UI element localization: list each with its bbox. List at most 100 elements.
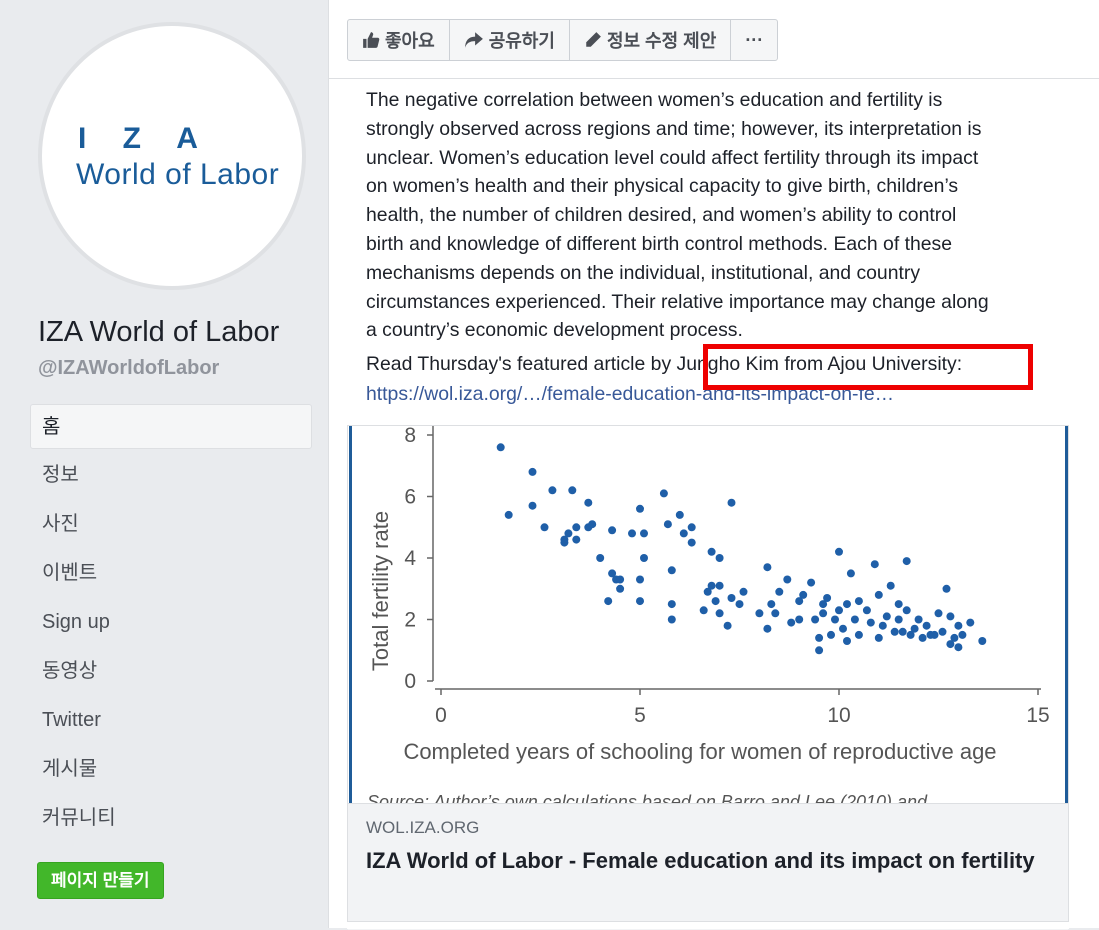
data-point — [496, 443, 505, 452]
data-point — [890, 627, 899, 636]
share-label: 공유하기 — [488, 31, 555, 51]
sidebar-item-twitter[interactable]: Twitter — [30, 698, 312, 743]
data-point — [874, 633, 883, 642]
sidebar-item-about[interactable]: 정보 — [30, 453, 312, 498]
data-point — [667, 600, 676, 609]
data-point — [568, 486, 577, 495]
data-point — [910, 624, 919, 633]
data-point — [938, 627, 947, 636]
data-point — [604, 597, 613, 606]
post-line: health, the number of children desired, … — [366, 204, 957, 227]
data-point — [795, 615, 804, 624]
data-point — [560, 538, 569, 547]
more-options-button[interactable]: ··· — [731, 20, 777, 60]
data-point — [922, 621, 931, 630]
logo-iza-text: I Z A — [78, 122, 212, 155]
post-line: mechanisms depends on the individual, in… — [366, 261, 921, 284]
y-tick-label: 2 — [404, 609, 416, 632]
create-page-button[interactable]: 페이지 만들기 — [37, 862, 164, 899]
data-point — [616, 584, 625, 593]
post-line: strongly observed across regions and tim… — [366, 117, 982, 140]
y-tick-label: 0 — [404, 670, 416, 693]
y-tick-label: 6 — [404, 486, 416, 509]
data-point — [918, 633, 927, 642]
data-point — [898, 627, 907, 636]
like-button[interactable]: 좋아요 — [348, 20, 450, 60]
page-title[interactable]: IZA World of Labor — [38, 316, 279, 349]
post-line: The negative correlation between women’s… — [366, 89, 943, 111]
data-point — [811, 615, 820, 624]
sidebar-item-events[interactable]: 이벤트 — [30, 551, 312, 596]
sidebar-item-home[interactable]: 홈 — [30, 404, 312, 449]
data-point — [882, 612, 891, 621]
post-line: birth and knowledge of different birth c… — [366, 232, 953, 255]
page-avatar[interactable]: I Z A World of Labor — [38, 22, 306, 290]
data-point — [564, 529, 573, 538]
data-point — [711, 597, 720, 606]
data-point — [819, 609, 828, 618]
like-label: 좋아요 — [385, 31, 435, 51]
post-line: a country’s economic development process… — [366, 319, 743, 342]
suggest-edit-label: 정보 수정 제안 — [606, 31, 717, 51]
sidebar-item-photos[interactable]: 사진 — [30, 502, 312, 547]
sidebar-item-sign-up[interactable]: Sign up — [30, 600, 312, 645]
link-preview-meta[interactable]: WOL.IZA.ORG IZA World of Labor - Female … — [348, 803, 1068, 930]
data-point — [978, 637, 987, 645]
data-point — [659, 489, 668, 498]
suggest-edit-button[interactable]: 정보 수정 제안 — [570, 20, 732, 60]
data-point — [663, 520, 672, 529]
data-point — [866, 618, 875, 627]
link-preview-card[interactable]: 0 2 4 6 8 0 5 10 15 Total fertility rate Complet… — [347, 425, 1069, 930]
data-point — [528, 467, 537, 476]
source-note: Source: Author’s own calculations based … — [367, 792, 928, 803]
data-point — [608, 526, 617, 535]
data-point — [850, 615, 859, 624]
featured-article-prefix: Read Thursday's featured article by — [366, 353, 677, 375]
post-line: circumstances experienced. Their relativ… — [366, 290, 989, 313]
page-handle[interactable]: @IZAWorldofLabor — [38, 357, 219, 380]
data-point — [787, 618, 796, 627]
post-line: on women’s health and their physical cap… — [366, 175, 959, 198]
data-point — [894, 615, 903, 624]
data-point — [831, 615, 839, 624]
link-domain: WOL.IZA.ORG — [366, 818, 480, 837]
y-axis-label: Total fertility rate — [368, 511, 393, 671]
data-point — [723, 621, 732, 630]
page-action-toolbar: 좋아요 공유하기 정보 수정 제안 ··· — [347, 19, 779, 61]
data-point — [640, 554, 648, 562]
data-point — [894, 600, 903, 609]
highlight-annotation-box — [703, 344, 1033, 390]
post-body-text: The negative correlation between women’s… — [366, 86, 1056, 345]
sidebar-item-videos[interactable]: 동영상 — [30, 649, 312, 694]
data-point — [528, 501, 537, 510]
data-point — [675, 510, 684, 519]
page-sidebar: I Z A World of Labor IZA World of Labor … — [0, 0, 329, 928]
data-point — [946, 612, 955, 621]
data-point — [823, 594, 832, 602]
data-point — [636, 575, 644, 584]
data-point — [687, 538, 696, 547]
data-point — [870, 560, 879, 569]
y-tick-label: 4 — [404, 547, 416, 570]
data-point — [699, 606, 708, 615]
sidebar-nav: 홈 정보 사진 이벤트 Sign up 동영상 Twitter 게시물 커뮤니티 — [30, 404, 312, 845]
link-title[interactable]: IZA World of Labor - Female education an… — [366, 846, 1056, 876]
data-point — [548, 486, 557, 495]
data-point — [827, 630, 835, 639]
data-point — [843, 637, 851, 645]
data-point — [815, 646, 824, 655]
data-point — [914, 615, 923, 624]
data-point — [584, 498, 593, 507]
data-point — [727, 594, 736, 602]
data-point — [540, 523, 549, 532]
x-tick-label: 0 — [435, 704, 447, 727]
data-point — [667, 566, 676, 575]
preview-image-chart[interactable]: 0 2 4 6 8 0 5 10 15 Total fertility rate Complet… — [349, 426, 1068, 803]
post-line: unclear. Women’s education level could a… — [366, 146, 979, 169]
sidebar-item-posts[interactable]: 게시물 — [30, 747, 312, 792]
data-point — [843, 600, 851, 609]
data-point — [687, 523, 696, 532]
data-point — [878, 621, 887, 630]
share-button[interactable]: 공유하기 — [450, 20, 570, 60]
sidebar-item-community[interactable]: 커뮤니티 — [30, 796, 312, 841]
